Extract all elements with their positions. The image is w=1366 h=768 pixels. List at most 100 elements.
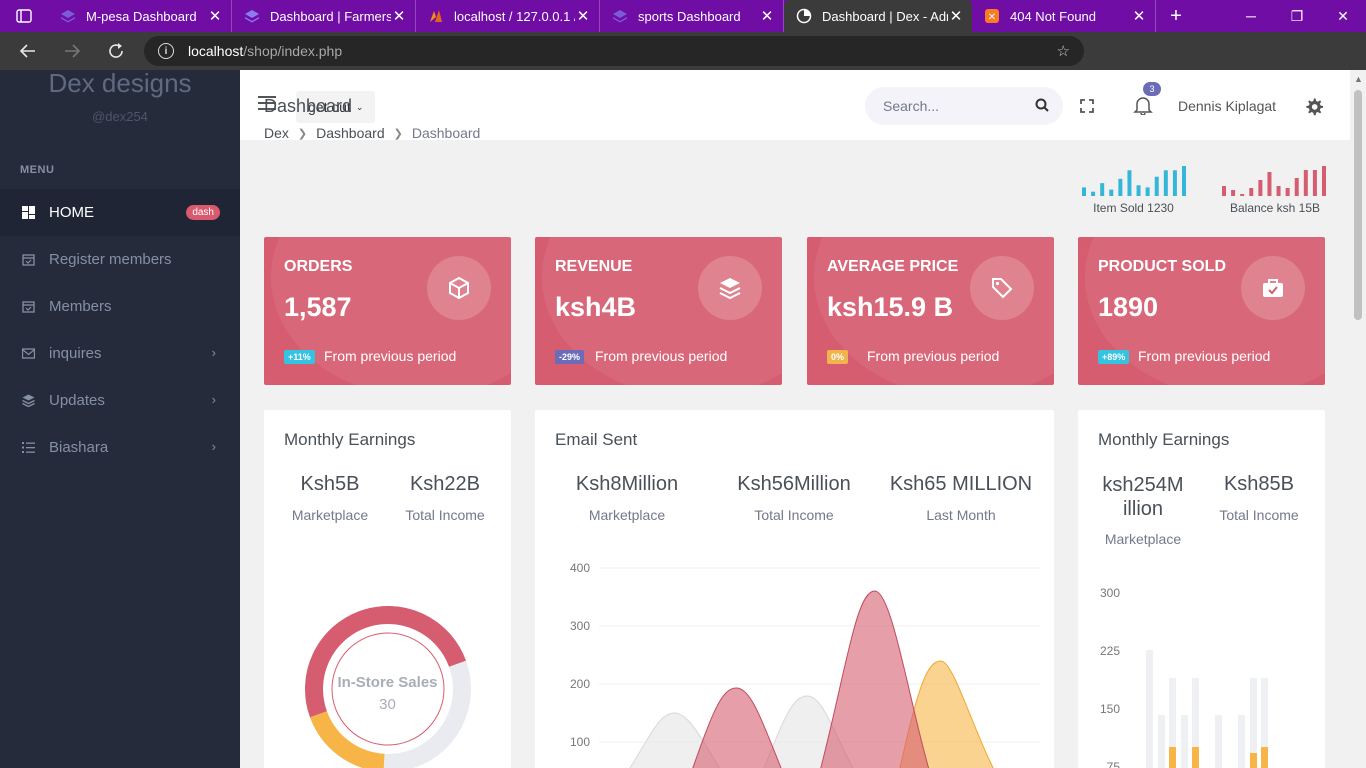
scrollbar-thumb[interactable] [1354, 90, 1362, 320]
sparkline-bar [1182, 166, 1186, 196]
browser-tab[interactable]: sports Dashboard ✕ [600, 0, 784, 32]
search-icon[interactable] [1035, 98, 1049, 112]
notification-badge: 3 [1143, 82, 1161, 96]
notifications-button[interactable]: 3 [1133, 82, 1161, 120]
sidebar-item-inquires[interactable]: inquires › [0, 330, 240, 377]
close-tab-icon[interactable]: ✕ [575, 7, 591, 25]
bar-mark [1158, 715, 1165, 768]
close-tab-icon[interactable]: ✕ [759, 7, 775, 25]
donut-center-value: 30 [379, 696, 396, 713]
close-tab-icon[interactable]: ✕ [391, 7, 407, 25]
change-badge: -29% [555, 350, 585, 364]
donut-center-title: In-Store Sales [337, 674, 438, 691]
bar-mark [1261, 747, 1268, 768]
sparkline-bar [1127, 170, 1132, 196]
balance-sparkline [1222, 166, 1326, 196]
bar-mark [1215, 715, 1222, 768]
sparkline-bar [1258, 180, 1263, 196]
address-bar[interactable]: i localhost/shop/index.php ☆ [144, 36, 1084, 66]
user-name[interactable]: Dennis Kiplagat [1178, 98, 1276, 114]
metric-label: Total Income [405, 507, 485, 523]
close-tab-icon[interactable]: ✕ [948, 7, 964, 25]
sidebar-item-home[interactable]: HOME dash [0, 189, 240, 236]
brand-handle: @dex254 [92, 109, 148, 124]
change-caption: From previous period [324, 348, 457, 364]
url-host: localhost [188, 43, 244, 59]
restore-icon[interactable]: ❐ [1274, 0, 1320, 32]
sidebar-item-biashara[interactable]: Biashara › [0, 424, 240, 471]
y-tick-label: 225 [1100, 644, 1120, 658]
metric-label: Marketplace [588, 507, 666, 523]
sparkline-bar [1082, 187, 1086, 196]
close-tab-icon[interactable]: ✕ [207, 7, 223, 25]
browser-tab[interactable]: localhost / 127.0.0.1 / l ✕ [416, 0, 600, 32]
sidebar-item-members[interactable]: Members [0, 283, 240, 330]
y-tick-label: 400 [570, 561, 590, 575]
sparkline-bar [1100, 183, 1105, 196]
card-title: Monthly Earnings [284, 430, 416, 449]
new-tab-button[interactable]: + [1156, 0, 1196, 32]
close-tab-icon[interactable]: ✕ [1131, 7, 1147, 25]
sparkline-bar [1294, 178, 1299, 196]
stat-label: REVENUE [555, 258, 633, 275]
metric-label: Total Income [754, 507, 834, 523]
sparkline-bar [1154, 176, 1159, 196]
y-tick-label: 75 [1107, 760, 1121, 768]
search-input[interactable]: Search... [865, 87, 1063, 125]
gear-icon[interactable] [1304, 97, 1324, 117]
tab-title: sports Dashboard [638, 8, 741, 24]
browser-tab-active[interactable]: Dashboard | Dex - Adm ✕ [784, 0, 972, 32]
page-scrollbar[interactable]: ▲ [1350, 70, 1366, 768]
dash-badge: dash [186, 205, 220, 220]
stat-label: AVERAGE PRICE [827, 258, 959, 275]
bar-mark [1238, 715, 1245, 768]
sidebar-item-label: Biashara [49, 439, 109, 456]
brand-logo[interactable]: Dex designs [0, 70, 240, 99]
area-series-pink-1 [692, 687, 782, 768]
back-button[interactable] [6, 32, 50, 70]
browser-tab[interactable]: Dashboard | Farmers d ✕ [232, 0, 416, 32]
close-window-icon[interactable]: ✕ [1320, 0, 1366, 32]
minimize-icon[interactable]: ─ [1228, 0, 1274, 32]
y-tick-label: 100 [570, 735, 590, 749]
stat-label: PRODUCT SOLD [1098, 258, 1226, 275]
product-sold-stat-card: PRODUCT SOLD 1890 +89% From previous per… [1078, 237, 1325, 385]
tab-actions-button[interactable] [0, 0, 48, 32]
browser-tab[interactable]: ✕ 404 Not Found ✕ [972, 0, 1156, 32]
sparkline-bar [1276, 186, 1281, 196]
sidebar-item-label: inquires [49, 345, 102, 362]
tab-title: 404 Not Found [1010, 8, 1097, 24]
card-title: Monthly Earnings [1098, 430, 1230, 449]
list-icon [22, 441, 35, 454]
search-placeholder: Search... [883, 98, 940, 114]
metric-value: Ksh5B [300, 473, 360, 495]
fullscreen-icon[interactable] [1080, 99, 1094, 113]
monthly-earnings-bar-chart: 300 225 150 75 [1100, 586, 1268, 768]
revenue-stat-card: REVENUE ksh4B -29% From previous period [535, 237, 782, 385]
chevron-right-icon: › [211, 392, 216, 407]
page-title: Dashboard [264, 96, 353, 116]
sparkline-bar [1240, 194, 1245, 196]
sparkline-bar [1136, 185, 1141, 196]
sidebar-item-updates[interactable]: Updates › [0, 377, 240, 424]
card-title: Email Sent [555, 430, 638, 449]
browser-tab[interactable]: M-pesa Dashboard ✕ [48, 0, 232, 32]
add-favorite-icon[interactable]: ☆ [1057, 42, 1070, 60]
sparkline-bar [1222, 186, 1226, 196]
sidebar-item-label: HOME [49, 204, 94, 221]
forward-button[interactable] [50, 32, 94, 70]
bar-mark [1250, 753, 1257, 768]
site-info-icon[interactable]: i [158, 43, 174, 59]
scroll-up-icon[interactable]: ▲ [1354, 74, 1363, 84]
metric-value: Ksh8Million [575, 473, 679, 495]
dashboard-icon [22, 206, 35, 219]
breadcrumb-item[interactable]: Dex [264, 125, 289, 141]
breadcrumb-separator-icon: ❯ [393, 127, 403, 140]
breadcrumb-item[interactable]: Dashboard [316, 125, 385, 141]
xampp-favicon-icon: ✕ [984, 8, 1000, 24]
layers-icon [22, 394, 35, 407]
refresh-button[interactable] [94, 32, 138, 70]
sidebar-item-label: Updates [49, 392, 105, 409]
change-badge: 0% [827, 350, 849, 364]
sidebar-item-register-members[interactable]: Register members [0, 236, 240, 283]
